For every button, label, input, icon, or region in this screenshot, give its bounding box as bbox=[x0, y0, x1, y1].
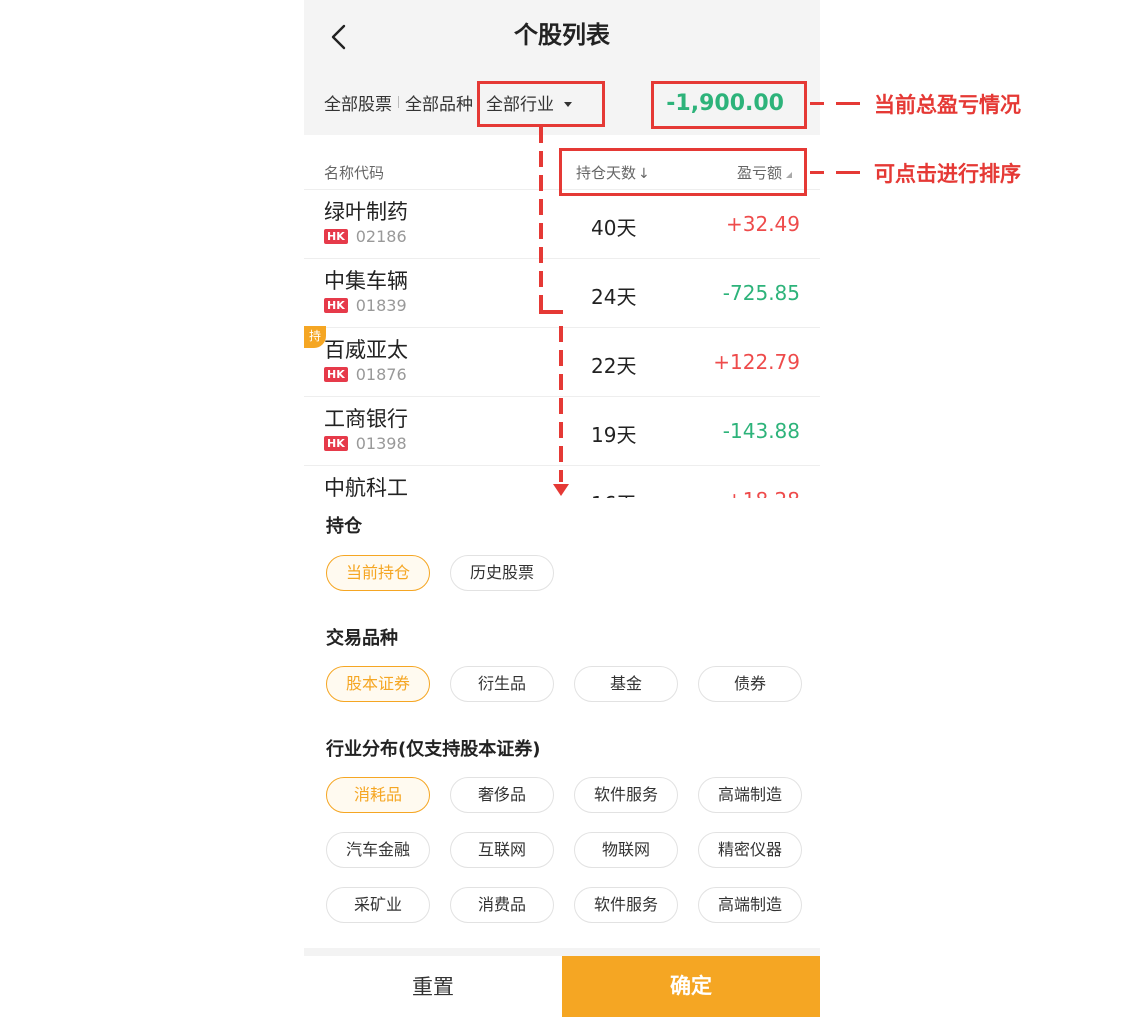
stock-name: 工商银行 bbox=[324, 407, 408, 431]
chip-industry[interactable]: 精密仪器 bbox=[698, 832, 802, 868]
chip-industry[interactable]: 奢侈品 bbox=[450, 777, 554, 813]
stock-name: 中集车辆 bbox=[324, 269, 408, 293]
annotation-dashed-line bbox=[559, 326, 563, 482]
filter-all-varieties[interactable]: 全部品种 bbox=[405, 90, 473, 115]
page-title: 个股列表 bbox=[514, 21, 610, 49]
section-title-variety: 交易品种 bbox=[326, 628, 398, 649]
table-row[interactable]: 绿叶制药 HK 02186 40天 +32.49 bbox=[304, 190, 820, 259]
stock-code: 01398 bbox=[355, 434, 407, 453]
chip-derivatives[interactable]: 衍生品 bbox=[450, 666, 554, 702]
chip-industry[interactable]: 消费品 bbox=[450, 887, 554, 923]
annotation-line bbox=[810, 102, 824, 105]
annotation-arrow-down-icon bbox=[553, 484, 569, 496]
holding-days: 24天 bbox=[591, 285, 637, 309]
section-title-industry: 行业分布(仅支持股本证券) bbox=[326, 739, 541, 760]
annotation-dashed-line bbox=[539, 310, 563, 314]
filter-all-stocks[interactable]: 全部股票 bbox=[324, 90, 392, 115]
chip-industry[interactable]: 互联网 bbox=[450, 832, 554, 868]
filter-separator bbox=[398, 96, 399, 108]
reset-button[interactable]: 重置 bbox=[304, 956, 562, 1020]
chip-industry[interactable]: 高端制造 bbox=[698, 887, 802, 923]
pnl-amount: +18.28 bbox=[726, 488, 800, 498]
chip-equity[interactable]: 股本证券 bbox=[326, 666, 430, 702]
stock-code: 02186 bbox=[355, 227, 407, 246]
chip-industry[interactable]: 高端制造 bbox=[698, 777, 802, 813]
chip-history-stocks[interactable]: 历史股票 bbox=[450, 555, 554, 591]
section-title-holding: 持仓 bbox=[326, 516, 362, 537]
pnl-amount: -725.85 bbox=[722, 281, 800, 305]
stock-code-line: HK 01876 bbox=[324, 365, 407, 384]
market-badge: HK bbox=[324, 298, 348, 313]
confirm-button[interactable]: 确定 bbox=[562, 956, 820, 1017]
annotation-dashed-line bbox=[539, 127, 543, 313]
pnl-amount: +122.79 bbox=[713, 350, 800, 374]
annotation-box-total-pnl bbox=[651, 81, 807, 129]
divider bbox=[304, 948, 820, 956]
chip-industry[interactable]: 软件服务 bbox=[574, 887, 678, 923]
holding-tag: 持 bbox=[304, 326, 326, 348]
stock-name: 绿叶制药 bbox=[324, 200, 408, 224]
stock-code-line: HK 01398 bbox=[324, 434, 407, 453]
stock-code-line: HK 01839 bbox=[324, 296, 407, 315]
holding-days: 22天 bbox=[591, 354, 637, 378]
chip-industry[interactable]: 消耗品 bbox=[326, 777, 430, 813]
table-row[interactable]: 中集车辆 HK 01839 24天 -725.85 bbox=[304, 259, 820, 328]
stock-name: 中航科工 bbox=[324, 476, 408, 498]
annotation-box-industry-filter bbox=[477, 81, 605, 127]
chip-industry[interactable]: 汽车金融 bbox=[326, 832, 430, 868]
annotation-box-sort-columns bbox=[559, 148, 807, 196]
annotation-line bbox=[810, 171, 824, 174]
stock-code-line: HK 02186 bbox=[324, 227, 407, 246]
market-badge: HK bbox=[324, 436, 348, 451]
chip-industry[interactable]: 采矿业 bbox=[326, 887, 430, 923]
column-name-code: 名称代码 bbox=[324, 164, 385, 182]
market-badge: HK bbox=[324, 367, 348, 382]
chip-industry[interactable]: 软件服务 bbox=[574, 777, 678, 813]
stock-code: 01839 bbox=[355, 296, 407, 315]
holding-days: 16天 bbox=[591, 488, 636, 498]
market-badge: HK bbox=[324, 229, 348, 244]
holding-days: 19天 bbox=[591, 423, 637, 447]
annotation-sort-note: 可点击进行排序 bbox=[874, 162, 1021, 186]
annotation-line bbox=[836, 102, 860, 105]
chip-funds[interactable]: 基金 bbox=[574, 666, 678, 702]
holding-days: 40天 bbox=[591, 216, 637, 240]
annotation-total-note: 当前总盈亏情况 bbox=[874, 93, 1021, 117]
filter-panel: 持仓 当前持仓 历史股票 交易品种 股本证券 衍生品 基金 债券 行业分布(仅支… bbox=[304, 498, 820, 948]
stock-code: 01876 bbox=[355, 365, 407, 384]
pnl-amount: +32.49 bbox=[725, 212, 800, 236]
stock-name: 百威亚太 bbox=[324, 338, 408, 362]
pnl-amount: -143.88 bbox=[722, 419, 800, 443]
chip-bonds[interactable]: 债券 bbox=[698, 666, 802, 702]
chip-industry[interactable]: 物联网 bbox=[574, 832, 678, 868]
annotation-line bbox=[836, 171, 860, 174]
chip-current-holding[interactable]: 当前持仓 bbox=[326, 555, 430, 591]
